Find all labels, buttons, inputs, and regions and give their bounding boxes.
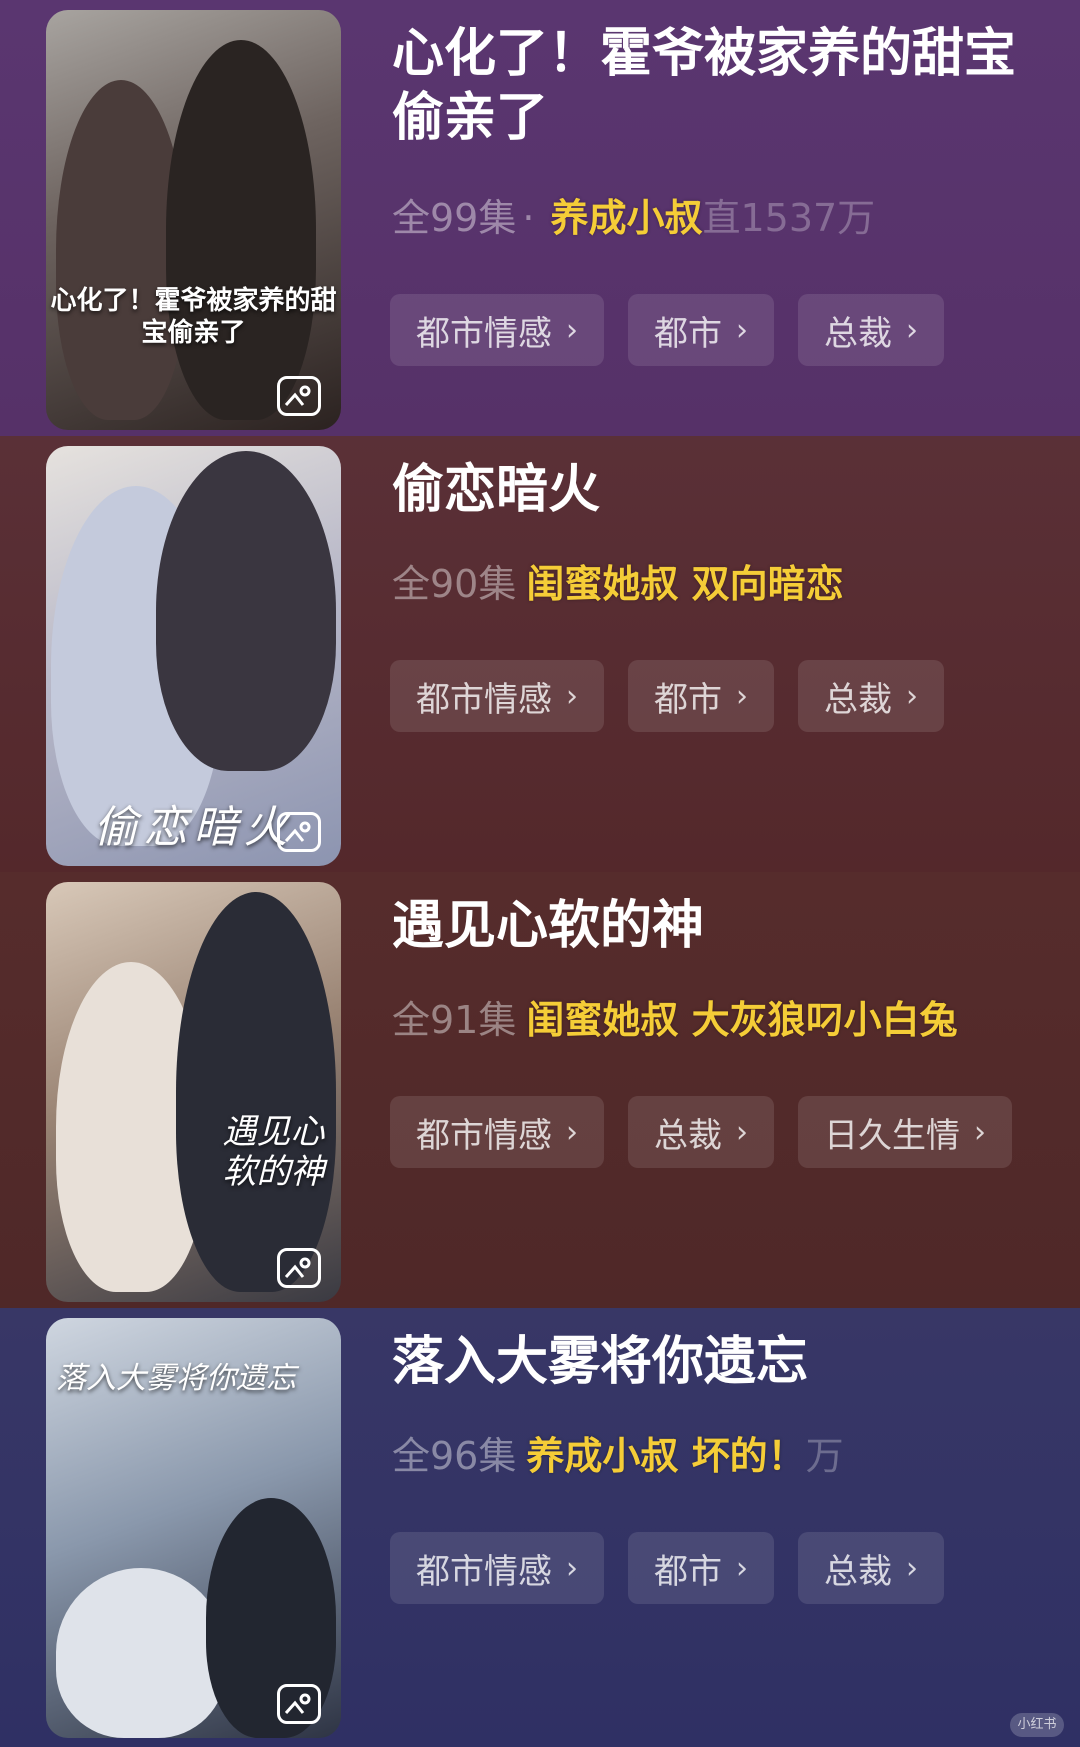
- highlight-label: 闺蜜她叔 大灰狼叼小白兔: [526, 998, 958, 1042]
- tag-label: 日久生情: [824, 1115, 960, 1156]
- drama-meta: 全91集 闺蜜她叔 大灰狼叼小白兔: [392, 990, 1080, 1050]
- chevron-right-icon: ›: [906, 1550, 918, 1586]
- tag-button[interactable]: 都市 ›: [628, 1532, 774, 1604]
- gallery-icon: [277, 1684, 321, 1724]
- faded-stat: 直1537万: [702, 196, 876, 240]
- tag-list: 都市情感 › 都市 › 总裁 ›: [390, 294, 944, 366]
- tag-label: 都市情感: [416, 679, 552, 720]
- tag-label: 都市: [654, 313, 722, 354]
- highlight-label: 养成小叔: [550, 196, 703, 240]
- tag-button[interactable]: 都市情感 ›: [390, 294, 604, 366]
- chevron-right-icon: ›: [566, 1550, 578, 1586]
- tag-label: 都市: [654, 679, 722, 720]
- tag-label: 都市情感: [416, 1115, 552, 1156]
- tag-label: 都市情感: [416, 1551, 552, 1592]
- drama-card[interactable]: 偷恋暗火 偷恋暗火 全90集 闺蜜她叔 双向暗恋 都市情感 › 都市 › 总裁 ›: [0, 436, 1080, 872]
- episode-count: 全91集: [392, 998, 517, 1042]
- episode-count: 全90集: [392, 562, 517, 606]
- tag-button[interactable]: 总裁 ›: [628, 1096, 774, 1168]
- tag-list: 都市情感 › 总裁 › 日久生情 ›: [390, 1096, 1012, 1168]
- highlight-label: 闺蜜她叔 双向暗恋: [526, 562, 844, 606]
- drama-meta: 全90集 闺蜜她叔 双向暗恋: [392, 554, 1080, 614]
- drama-title[interactable]: 偷恋暗火: [392, 458, 1052, 522]
- chevron-right-icon: ›: [736, 1550, 748, 1586]
- tag-button[interactable]: 都市 ›: [628, 660, 774, 732]
- drama-meta: 全99集 · 养成小叔直1537万: [392, 188, 1080, 248]
- drama-poster[interactable]: 偷恋暗火: [46, 446, 341, 866]
- chevron-right-icon: ›: [906, 312, 918, 348]
- drama-meta: 全96集 养成小叔 坏的！万: [392, 1426, 1080, 1486]
- drama-card[interactable]: 心化了！霍爷被家养的甜宝偷亲了 心化了！霍爷被家养的甜宝偷亲了 全99集 · 养成小…: [0, 0, 1080, 436]
- poster-figure: [176, 892, 336, 1292]
- gallery-icon: [277, 1248, 321, 1288]
- tag-label: 总裁: [824, 313, 892, 354]
- tag-label: 都市情感: [416, 313, 552, 354]
- tag-button[interactable]: 都市情感 ›: [390, 1096, 604, 1168]
- tag-label: 总裁: [824, 679, 892, 720]
- tag-button[interactable]: 总裁 ›: [798, 1532, 944, 1604]
- gallery-icon: [277, 376, 321, 416]
- chevron-right-icon: ›: [566, 1114, 578, 1150]
- chevron-right-icon: ›: [736, 1114, 748, 1150]
- tag-button[interactable]: 都市情感 ›: [390, 1532, 604, 1604]
- drama-card[interactable]: 遇见心软的神 遇见心软的神 全91集 闺蜜她叔 大灰狼叼小白兔 都市情感 › 总裁 ›…: [0, 872, 1080, 1308]
- chevron-right-icon: ›: [736, 312, 748, 348]
- chevron-right-icon: ›: [736, 678, 748, 714]
- drama-title[interactable]: 心化了！霍爷被家养的甜宝偷亲了: [392, 22, 1052, 150]
- tag-label: 总裁: [824, 1551, 892, 1592]
- poster-figure: [156, 451, 336, 771]
- tag-button[interactable]: 总裁 ›: [798, 294, 944, 366]
- drama-title[interactable]: 落入大雾将你遗忘: [392, 1330, 1052, 1394]
- watermark-badge: 小红书: [1010, 1713, 1064, 1737]
- tag-label: 都市: [654, 1551, 722, 1592]
- tag-list: 都市情感 › 都市 › 总裁 ›: [390, 1532, 944, 1604]
- chevron-right-icon: ›: [566, 312, 578, 348]
- highlight-label: 养成小叔 坏的！: [526, 1434, 806, 1478]
- poster-caption: 心化了！霍爷被家养的甜宝偷亲了: [50, 286, 337, 348]
- drama-title[interactable]: 遇见心软的神: [392, 894, 1052, 958]
- poster-caption: 遇见心软的神: [222, 1112, 325, 1192]
- tag-list: 都市情感 › 都市 › 总裁 ›: [390, 660, 944, 732]
- poster-caption: 落入大雾将你遗忘: [56, 1361, 296, 1396]
- tag-button[interactable]: 都市 ›: [628, 294, 774, 366]
- tag-button[interactable]: 都市情感 ›: [390, 660, 604, 732]
- tag-button[interactable]: 总裁 ›: [798, 660, 944, 732]
- episode-count: 全99集: [392, 196, 517, 240]
- drama-card[interactable]: 落入大雾将你遗忘 落入大雾将你遗忘 全96集 养成小叔 坏的！万 都市情感 › 都市…: [0, 1308, 1080, 1747]
- chevron-right-icon: ›: [566, 678, 578, 714]
- drama-poster[interactable]: 遇见心软的神: [46, 882, 341, 1302]
- poster-figure: [56, 1568, 226, 1738]
- gallery-icon: [277, 812, 321, 852]
- chevron-right-icon: ›: [906, 678, 918, 714]
- drama-poster[interactable]: 心化了！霍爷被家养的甜宝偷亲了: [46, 10, 341, 430]
- meta-separator: ·: [522, 196, 535, 240]
- tag-label: 总裁: [654, 1115, 722, 1156]
- episode-count: 全96集: [392, 1434, 517, 1478]
- drama-poster[interactable]: 落入大雾将你遗忘: [46, 1318, 341, 1738]
- tag-button[interactable]: 日久生情 ›: [798, 1096, 1012, 1168]
- faded-stat: 万: [805, 1434, 844, 1478]
- chevron-right-icon: ›: [974, 1114, 986, 1150]
- poster-figure: [166, 40, 316, 420]
